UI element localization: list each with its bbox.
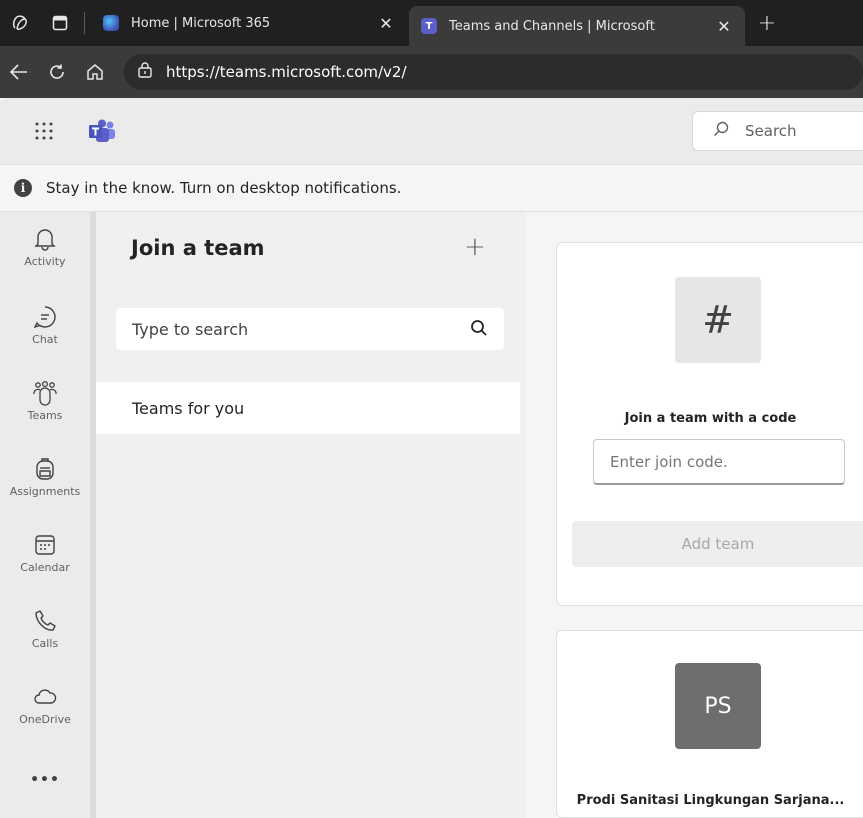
join-team-pane: Join a team + Type to search Teams for y… (96, 212, 526, 818)
team-card[interactable]: PS Prodi Sanitasi Lingkungan Sarjana... (556, 630, 863, 818)
refresh-button[interactable] (38, 46, 76, 98)
more-icon: ••• (30, 772, 60, 788)
rail-label: Activity (24, 255, 66, 268)
rail-label: Teams (27, 409, 63, 422)
url-field[interactable]: https://teams.microsoft.com/v2/ (124, 54, 863, 90)
info-icon: i (14, 179, 32, 197)
join-content-area: # Join a team with a code Add team PS Pr… (526, 212, 863, 818)
teams-logo-icon (89, 119, 115, 142)
team-search-input[interactable]: Type to search (116, 308, 504, 350)
calendar-icon (35, 535, 55, 555)
notification-banner: i Stay in the know. Turn on desktop noti… (0, 164, 863, 212)
tab-title: Home | Microsoft 365 (131, 15, 271, 31)
rail-item-calendar[interactable]: Calendar (0, 526, 90, 596)
url-text: https://teams.microsoft.com/v2/ (166, 63, 407, 81)
team-name: Prodi Sanitasi Lingkungan Sarjana... (576, 793, 845, 808)
notification-text: Stay in the know. Turn on desktop notifi… (46, 179, 402, 197)
rail-item-chat[interactable]: Chat (0, 298, 90, 368)
search-input[interactable]: Search (692, 111, 863, 151)
rail-item-assignments[interactable]: Assignments (0, 450, 90, 520)
bell-icon (34, 229, 56, 251)
rail-label: Chat (32, 333, 58, 346)
backpack-icon (36, 458, 54, 480)
tab-title: Teams and Channels | Microsoft (449, 18, 655, 34)
rail-label: Calls (31, 637, 59, 650)
tab-home-microsoft-365[interactable]: Home | Microsoft 365 ✕ (91, 0, 407, 46)
pane-title: Join a team (131, 236, 265, 260)
back-button[interactable] (0, 46, 38, 98)
cloud-icon (34, 689, 57, 704)
chat-icon (33, 306, 56, 329)
search-icon (470, 319, 488, 341)
rail-label: OneDrive (19, 713, 71, 726)
home-button[interactable] (76, 46, 114, 98)
join-with-code-card: # Join a team with a code Add team (556, 242, 863, 606)
close-icon[interactable]: ✕ (715, 17, 733, 36)
rail-item-teams[interactable]: Teams (0, 374, 90, 444)
add-team-button[interactable]: Add team (572, 521, 863, 567)
team-search-placeholder: Type to search (132, 319, 249, 339)
hashtag-icon: # (675, 277, 761, 363)
app-launcher-icon[interactable] (24, 111, 64, 151)
search-icon (713, 121, 729, 141)
lock-icon[interactable] (138, 62, 152, 82)
close-icon[interactable]: ✕ (377, 14, 395, 33)
more-apps-button[interactable]: ••• (0, 772, 90, 802)
teams-icon (33, 380, 57, 406)
new-tab-button[interactable]: + (745, 11, 789, 36)
tab-separator (84, 12, 85, 34)
join-code-input[interactable] (593, 439, 845, 485)
create-team-button[interactable]: + (464, 234, 486, 260)
app-rail: Activity Chat Teams Assignments Calendar… (0, 212, 90, 818)
address-bar-row: https://teams.microsoft.com/v2/ (0, 46, 863, 98)
list-item-teams-for-you[interactable]: Teams for you (96, 382, 520, 434)
join-code-label: Join a team with a code (624, 411, 797, 426)
rail-label: Assignments (9, 485, 81, 498)
list-item-label: Teams for you (132, 398, 245, 418)
browser-tab-bar: Home | Microsoft 365 ✕ T Teams and Chann… (0, 0, 863, 46)
rail-label: Calendar (20, 561, 70, 574)
teams-favicon-icon: T (421, 18, 437, 34)
workspaces-icon[interactable] (0, 0, 40, 46)
tab-actions-icon[interactable] (40, 0, 80, 46)
tab-teams-and-channels[interactable]: T Teams and Channels | Microsoft ✕ (409, 6, 745, 46)
phone-icon (35, 610, 56, 631)
team-avatar: PS (675, 663, 761, 749)
rail-item-activity[interactable]: Activity (0, 220, 90, 290)
rail-item-onedrive[interactable]: OneDrive (0, 678, 90, 748)
teams-header: Search (0, 98, 863, 164)
rail-item-calls[interactable]: Calls (0, 602, 90, 672)
search-placeholder: Search (745, 122, 797, 140)
microsoft-365-favicon-icon (103, 15, 119, 31)
